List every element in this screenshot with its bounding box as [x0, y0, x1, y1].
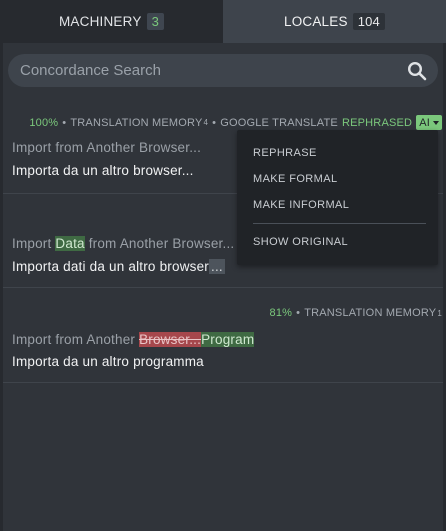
chevron-down-icon [433, 120, 439, 125]
tab-locales-label: LOCALES [284, 14, 348, 29]
original-text: from Another Browser... [84, 236, 235, 251]
source-count: 1 [437, 308, 442, 318]
original-string: Import from Another Browser... [12, 140, 202, 155]
translation-text: Importa dati da un altro browser [12, 259, 209, 274]
entry-meta: 100% • TRANSLATION MEMORY 4 • GOOGLE TRAN… [29, 115, 442, 130]
menu-item-show-original[interactable]: SHOW ORIGINAL [253, 236, 348, 248]
machinery-entry[interactable]: 81% • TRANSLATION MEMORY 1 Import from An… [3, 288, 443, 383]
menu-item-rephrase[interactable]: REPHRASE [253, 147, 317, 159]
truncation-marker: ... [209, 259, 225, 274]
machinery-tabs: MACHINERY 3 LOCALES 104 [0, 0, 446, 43]
diff-insertion: Data [55, 236, 85, 251]
tab-locales-count: 104 [352, 13, 385, 30]
menu-item-make-informal[interactable]: MAKE INFORMAL [253, 199, 349, 211]
diff-insertion: Program [201, 332, 255, 347]
translation-string: Importa da un altro programma [12, 354, 204, 369]
original-string: Import Data from Another Browser... [12, 236, 234, 251]
source-count: 4 [203, 118, 209, 127]
translation-string: Importa dati da un altro browser... [12, 259, 225, 274]
original-string: Import from Another Browser...Program [12, 332, 255, 347]
concordance-search-input[interactable] [20, 62, 407, 79]
original-text: Import from Another [12, 332, 140, 347]
source-translation-memory: TRANSLATION MEMORY [70, 116, 203, 129]
search-icon[interactable] [407, 61, 427, 81]
meta-separator: • [296, 307, 301, 319]
entry-meta: 81% • TRANSLATION MEMORY 1 [270, 307, 443, 319]
ai-dropdown-button[interactable]: AI [416, 115, 442, 130]
meta-separator: • [62, 116, 67, 129]
machinery-panel: 100% • TRANSLATION MEMORY4 • GOOGLE TRAN… [3, 43, 443, 531]
source-translation-memory: TRANSLATION MEMORY [304, 307, 437, 319]
tab-machinery-count: 3 [146, 13, 164, 30]
match-quality: 81% [269, 307, 293, 319]
tab-locales[interactable]: LOCALES 104 [223, 0, 446, 43]
ai-dropdown-menu: REPHRASE MAKE FORMAL MAKE INFORMAL SHOW … [237, 130, 438, 265]
menu-item-make-formal[interactable]: MAKE FORMAL [253, 173, 337, 185]
diff-deletion: Browser... [139, 332, 202, 347]
rephrased-label: REPHRASED [341, 116, 413, 129]
meta-separator: • [212, 116, 217, 129]
tab-machinery-label: MACHINERY [58, 14, 142, 29]
translation-string: Importa da un altro browser... [12, 163, 194, 178]
menu-divider [253, 223, 426, 224]
tab-machinery[interactable]: MACHINERY 3 [0, 0, 223, 43]
original-text: Import [12, 236, 56, 251]
concordance-search [8, 54, 438, 87]
match-quality: 100% [29, 116, 59, 129]
source-google-translate: GOOGLE TRANSLATE [220, 116, 338, 129]
ai-label: AI [419, 116, 430, 129]
